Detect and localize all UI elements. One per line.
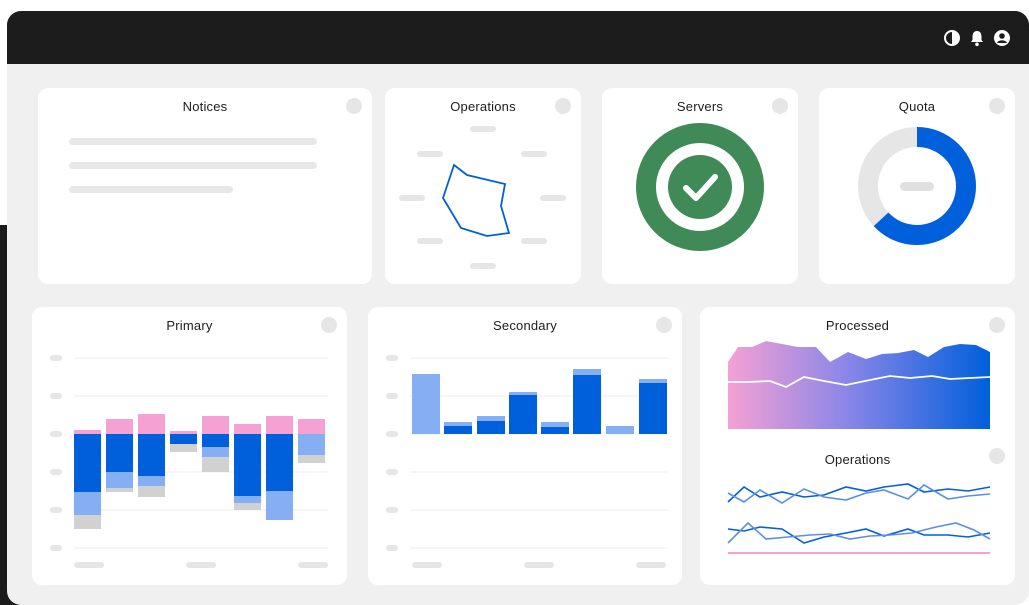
bar: [444, 422, 472, 426]
bar-segment: [202, 416, 229, 434]
servers-card: Servers: [602, 88, 798, 284]
dashboard-window: Notices Operations Servers Quota Primary…: [7, 11, 1029, 605]
radar-shape: [442, 163, 511, 237]
y-tick-placeholders: [50, 355, 62, 551]
operations-radar-card: Operations: [385, 88, 581, 284]
bar-segment: [234, 496, 261, 503]
bar-segment: [266, 434, 293, 491]
bar-segment: [234, 434, 261, 496]
x-tick-placeholders: [74, 562, 328, 568]
bar-segment: [202, 457, 229, 472]
bar-segment: [74, 430, 101, 434]
bar-segment: [74, 515, 101, 529]
radar-axis-label: [521, 151, 547, 157]
bar-segment: [170, 444, 197, 452]
bar-segment: [74, 492, 101, 515]
radar-axis-label: [470, 126, 496, 132]
top-bar: [7, 11, 1029, 64]
bar: [509, 395, 537, 434]
bar-segment: [202, 447, 229, 457]
bar: [541, 422, 569, 427]
donut-center-label: [900, 182, 934, 191]
bar-segment: [234, 503, 261, 510]
radar-axis-label: [521, 238, 547, 244]
bar-segment: [298, 455, 325, 463]
bar-segment: [266, 416, 293, 434]
bar-segment: [138, 476, 165, 486]
secondary-bar-chart: [386, 355, 668, 568]
contrast-icon[interactable]: [943, 29, 961, 47]
bar: [477, 416, 505, 421]
primary-chart-card: Primary: [32, 307, 347, 585]
bar: [509, 392, 537, 395]
radar-axis-label: [540, 195, 566, 201]
bar-segment: [298, 434, 325, 455]
notice-placeholder-line: [69, 162, 317, 169]
bar: [477, 421, 505, 434]
radar-axis-label: [417, 151, 443, 157]
gridlines: [410, 357, 668, 549]
bar-segment: [74, 434, 101, 492]
bell-icon[interactable]: [968, 29, 986, 47]
bars-above-baseline: [74, 414, 325, 434]
bar: [541, 427, 569, 434]
bar-segment: [106, 434, 133, 472]
bar-segment: [266, 491, 293, 520]
line-series: [727, 484, 991, 504]
line-series: [727, 526, 991, 544]
bar-segment: [106, 419, 133, 434]
radar-axis-label: [417, 238, 443, 244]
primary-stacked-bar-chart: [50, 355, 328, 568]
bar-segment: [138, 414, 165, 434]
bar: [573, 375, 601, 434]
bar-segment: [170, 434, 197, 444]
bar: [606, 426, 634, 434]
line-series: [727, 521, 991, 544]
bar-segment: [138, 486, 165, 497]
card-menu-dot[interactable]: [346, 98, 362, 114]
radar-axis-label: [470, 263, 496, 269]
bar: [639, 379, 667, 383]
secondary-chart-card: Secondary: [368, 307, 682, 585]
x-tick-placeholders: [412, 562, 666, 568]
server-status-gauge: [636, 123, 764, 251]
notice-placeholder-line: [69, 138, 317, 145]
bar: [412, 374, 440, 434]
bar-segment: [106, 472, 133, 488]
quota-donut: [858, 127, 976, 245]
radar-axis-label: [399, 195, 425, 201]
notice-placeholder-line: [69, 186, 233, 193]
bars: [412, 369, 667, 434]
bar: [639, 383, 667, 434]
top-bar-actions: [943, 29, 1011, 47]
bar-segment: [138, 434, 165, 476]
bar: [573, 369, 601, 375]
operations-line-chart: [727, 483, 991, 554]
card-title: Notices: [182, 99, 228, 114]
bars-below-baseline: [74, 434, 325, 529]
radar-chart: [399, 126, 566, 269]
quota-card: Quota: [819, 88, 1015, 284]
bar-segment: [298, 419, 325, 434]
bar-segment: [202, 434, 229, 447]
processed-card: Processed Operations: [700, 307, 1015, 585]
bar-segment: [106, 488, 133, 492]
bar-segment: [170, 431, 197, 434]
notices-card: Notices: [38, 88, 372, 284]
user-icon[interactable]: [993, 29, 1011, 47]
bar: [444, 426, 472, 434]
y-tick-placeholders: [386, 355, 398, 551]
status-core: [668, 155, 732, 219]
bar-segment: [234, 424, 261, 434]
